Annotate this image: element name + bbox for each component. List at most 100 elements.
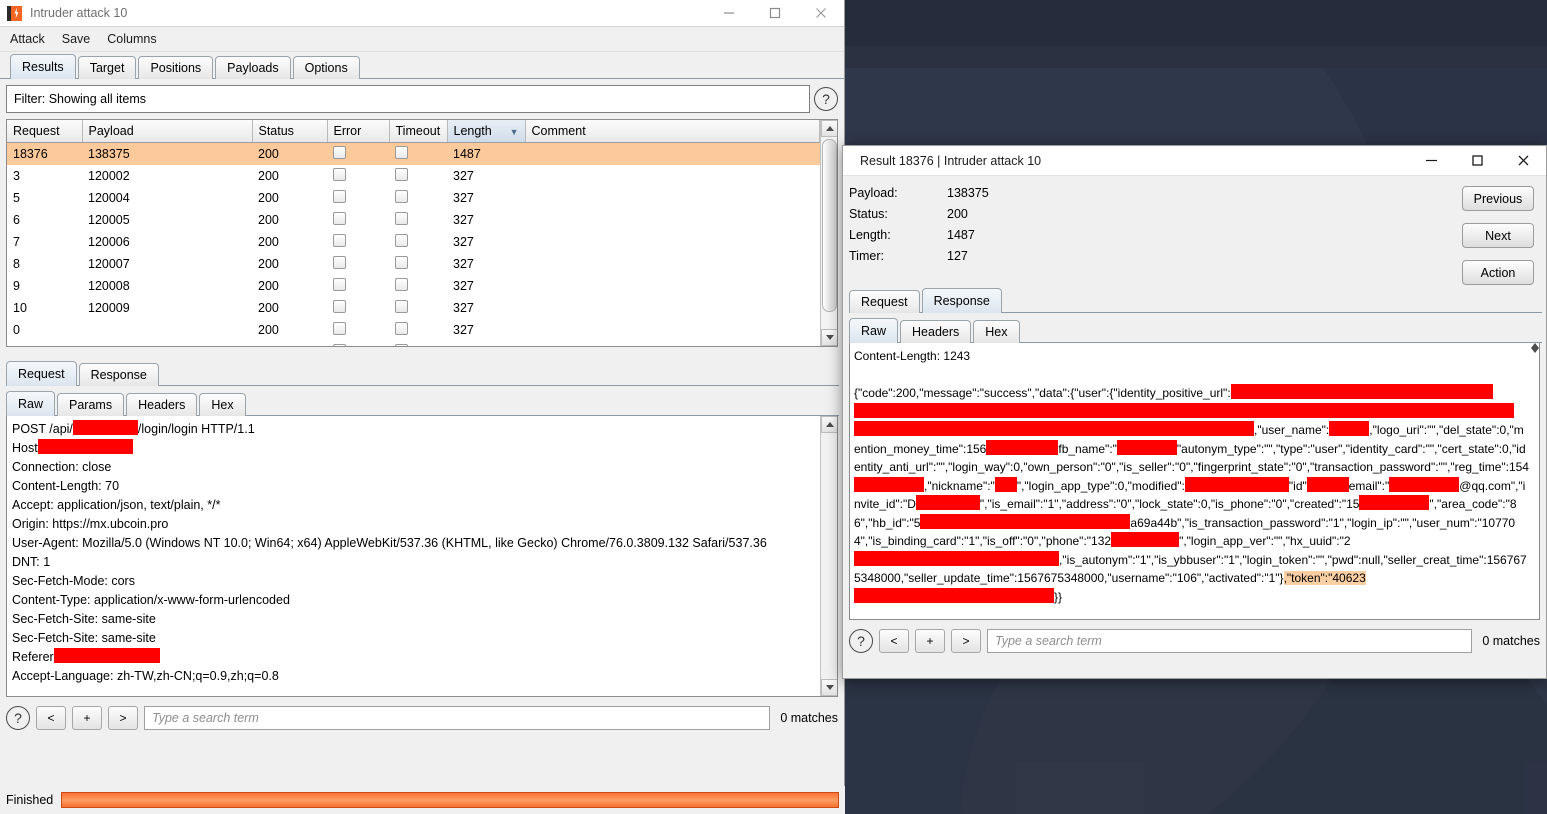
checkbox-icon[interactable] — [333, 344, 346, 346]
scroll-up-icon[interactable] — [821, 416, 837, 433]
cell-error[interactable] — [327, 297, 389, 319]
cell-timeout[interactable] — [389, 187, 447, 209]
table-row[interactable]: 1120000200 327 — [7, 341, 820, 346]
column-header-payload[interactable]: Payload — [82, 120, 253, 143]
scroll-up-icon[interactable] — [821, 120, 837, 137]
table-row[interactable]: 3 120002 200 327 — [7, 165, 820, 187]
minimize-icon[interactable] — [1408, 146, 1454, 176]
action-button[interactable]: Action — [1462, 260, 1534, 285]
checkbox-icon[interactable] — [395, 212, 408, 225]
previous-button[interactable]: Previous — [1462, 186, 1534, 211]
search-next-button[interactable]: > — [108, 706, 138, 730]
table-row[interactable]: 18376 138375 200 1487 — [7, 142, 820, 165]
checkbox-icon[interactable] — [333, 300, 346, 313]
message-subtab-headers[interactable]: Headers — [126, 393, 198, 416]
search-input[interactable]: Type a search term — [144, 706, 771, 730]
checkbox-icon[interactable] — [395, 344, 408, 346]
checkbox-icon[interactable] — [333, 278, 346, 291]
results-vertical-scrollbar[interactable] — [820, 120, 837, 346]
column-header-comment[interactable]: Comment — [525, 120, 820, 143]
close-icon[interactable] — [1500, 146, 1546, 176]
cell-timeout[interactable] — [389, 319, 447, 341]
popup-message-subtab-hex[interactable]: Hex — [973, 320, 1020, 343]
cell-error[interactable] — [327, 165, 389, 187]
checkbox-icon[interactable] — [395, 234, 408, 247]
cell-timeout[interactable] — [389, 142, 447, 165]
question-mark-icon[interactable]: ? — [814, 87, 838, 111]
response-raw-text[interactable]: Content-Length: 1243 {"code":200,"messag… — [850, 343, 1531, 619]
cell-error[interactable] — [327, 319, 389, 341]
maximize-icon[interactable] — [1454, 146, 1500, 176]
popup-message-tab-response[interactable]: Response — [921, 288, 1002, 313]
question-mark-icon[interactable]: ? — [6, 706, 30, 730]
menu-item-save[interactable]: Save — [62, 32, 91, 46]
cell-timeout[interactable] — [389, 253, 447, 275]
tab-payloads[interactable]: Payloads — [215, 56, 291, 79]
table-row[interactable]: 6 120005 200 327 — [7, 209, 820, 231]
message-tab-request[interactable]: Request — [6, 361, 77, 386]
message-subtab-params[interactable]: Params — [57, 393, 125, 416]
scrollbar-thumb[interactable] — [822, 139, 837, 312]
column-header-request[interactable]: Request — [7, 120, 83, 143]
filter-input[interactable]: Filter: Showing all items — [6, 85, 810, 113]
cell-error[interactable] — [327, 231, 389, 253]
message-tab-response[interactable]: Response — [78, 363, 159, 386]
menu-item-columns[interactable]: Columns — [107, 32, 156, 46]
popup-message-subtab-raw[interactable]: Raw — [849, 318, 899, 343]
search-prev-button[interactable]: < — [879, 629, 909, 653]
cell-timeout[interactable] — [389, 341, 447, 346]
table-row[interactable]: 10 120009 200 327 — [7, 297, 820, 319]
search-input[interactable]: Type a search term — [987, 629, 1473, 653]
table-row[interactable]: 7 120006 200 327 — [7, 231, 820, 253]
popup-message-subtab-headers[interactable]: Headers — [900, 320, 972, 343]
response-vertical-scrollbar[interactable] — [1531, 343, 1539, 619]
maximize-icon[interactable] — [752, 0, 798, 26]
cell-timeout[interactable] — [389, 165, 447, 187]
next-button[interactable]: Next — [1462, 223, 1534, 248]
table-row[interactable]: 5 120004 200 327 — [7, 187, 820, 209]
tab-options[interactable]: Options — [292, 56, 360, 79]
checkbox-icon[interactable] — [395, 256, 408, 269]
cell-error[interactable] — [327, 142, 389, 165]
cell-timeout[interactable] — [389, 297, 447, 319]
message-subtab-hex[interactable]: Hex — [199, 393, 246, 416]
cell-timeout[interactable] — [389, 231, 447, 253]
cell-timeout[interactable] — [389, 209, 447, 231]
popup-message-tab-request[interactable]: Request — [849, 290, 920, 313]
cell-error[interactable] — [327, 253, 389, 275]
checkbox-icon[interactable] — [395, 190, 408, 203]
checkbox-icon[interactable] — [333, 146, 346, 159]
column-header-error[interactable]: Error — [327, 120, 390, 143]
minimize-icon[interactable] — [706, 0, 752, 26]
checkbox-icon[interactable] — [333, 190, 346, 203]
tab-target[interactable]: Target — [77, 56, 137, 79]
checkbox-icon[interactable] — [395, 146, 408, 159]
search-add-button[interactable]: + — [72, 706, 102, 730]
column-header-timeout[interactable]: Timeout — [389, 120, 448, 143]
tab-results[interactable]: Results — [10, 54, 76, 79]
cell-error[interactable] — [327, 275, 389, 297]
search-prev-button[interactable]: < — [36, 706, 66, 730]
checkbox-icon[interactable] — [395, 300, 408, 313]
cell-timeout[interactable] — [389, 275, 447, 297]
close-icon[interactable] — [798, 0, 844, 26]
checkbox-icon[interactable] — [333, 168, 346, 181]
table-row[interactable]: 0 200 327 — [7, 319, 820, 341]
checkbox-icon[interactable] — [395, 278, 408, 291]
question-mark-icon[interactable]: ? — [849, 629, 873, 653]
scroll-down-icon[interactable] — [821, 679, 837, 696]
column-header-status[interactable]: Status — [252, 120, 328, 143]
cell-error[interactable] — [327, 187, 389, 209]
column-header-length[interactable]: Length ▼ — [447, 120, 526, 143]
scroll-down-icon[interactable] — [1531, 348, 1539, 353]
search-add-button[interactable]: + — [915, 629, 945, 653]
table-row[interactable]: 8 120007 200 327 — [7, 253, 820, 275]
checkbox-icon[interactable] — [333, 212, 346, 225]
cell-error[interactable] — [327, 209, 389, 231]
request-vertical-scrollbar[interactable] — [820, 416, 837, 696]
checkbox-icon[interactable] — [333, 322, 346, 335]
checkbox-icon[interactable] — [333, 256, 346, 269]
checkbox-icon[interactable] — [395, 168, 408, 181]
request-raw-text[interactable]: POST /api//login/login HTTP/1.1 Host Conne… — [7, 416, 820, 696]
checkbox-icon[interactable] — [333, 234, 346, 247]
